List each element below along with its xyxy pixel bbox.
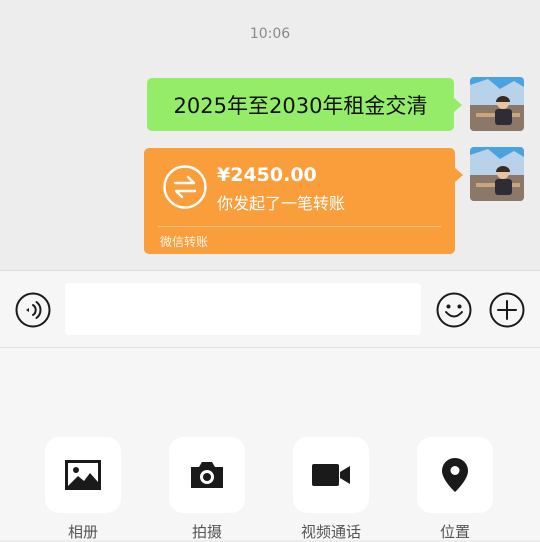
avatar[interactable] <box>470 77 524 131</box>
avatar-photo <box>470 77 524 131</box>
voice-icon[interactable] <box>15 292 51 328</box>
camera-icon <box>191 462 223 488</box>
message-input[interactable] <box>65 283 421 335</box>
transfer-message[interactable]: ¥2450.00 你发起了一笔转账 微信转账 <box>144 148 463 254</box>
transfer-amount: ¥2450.00 <box>217 164 317 186</box>
album-tile[interactable] <box>45 437 121 513</box>
transfer-footer: 微信转账 <box>160 235 209 249</box>
video-call-label: 视频通话 <box>300 523 361 541</box>
more-functions-panel: 相册 拍摄 视频通话 位置 <box>0 348 540 542</box>
album-label: 相册 <box>67 523 98 541</box>
sent-text-message[interactable]: 2025年至2030年租金交清 <box>147 78 462 131</box>
location-label: 位置 <box>439 523 470 541</box>
chat-area: 10:06 2025年至2030年租金交清 ¥2450.00 你发起了一笔转账 … <box>0 0 540 270</box>
transfer-divider <box>158 226 441 227</box>
transfer-arrows-icon <box>163 165 207 209</box>
plus-icon[interactable] <box>489 292 525 328</box>
emoji-icon[interactable] <box>436 292 472 328</box>
camera-button[interactable]: 拍摄 <box>169 437 245 542</box>
avatar[interactable] <box>470 147 524 201</box>
video-call-icon <box>312 464 350 486</box>
location-button[interactable]: 位置 <box>417 437 493 542</box>
transfer-description: 你发起了一笔转账 <box>217 194 346 213</box>
camera-label: 拍摄 <box>191 523 222 541</box>
location-icon <box>442 458 468 492</box>
album-button[interactable]: 相册 <box>45 437 121 542</box>
video-call-button[interactable]: 视频通话 <box>293 437 369 542</box>
message-timestamp: 10:06 <box>249 26 291 42</box>
avatar-photo <box>470 147 524 201</box>
camera-tile[interactable] <box>169 437 245 513</box>
location-tile[interactable] <box>417 437 493 513</box>
video-call-tile[interactable] <box>293 437 369 513</box>
album-icon <box>65 460 101 490</box>
input-bar <box>0 270 540 348</box>
